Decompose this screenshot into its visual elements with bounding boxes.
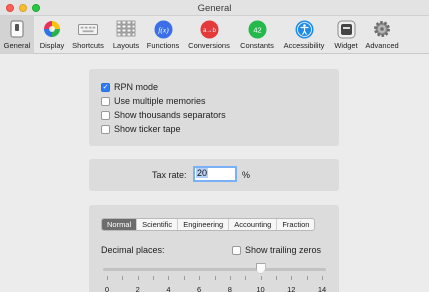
multiple-memories-label: Use multiple memories [114, 96, 206, 106]
slider-tick [275, 276, 277, 280]
multiple-memories-option[interactable]: Use multiple memories [101, 95, 206, 107]
accessibility-icon [294, 19, 314, 39]
trailing-zeros-checkbox[interactable] [232, 245, 241, 255]
ticker-tape-checkbox[interactable] [101, 124, 110, 134]
toolbar-tab-constants[interactable]: 42 Constants [236, 16, 278, 54]
function-icon: f(x) [153, 19, 173, 39]
slider-tick-label: 14 [317, 285, 327, 292]
toolbar-label: Constants [240, 41, 274, 50]
trailing-zeros-option[interactable]: Show trailing zeros [232, 245, 321, 255]
toolbar-tab-conversions[interactable]: a→b Conversions [184, 16, 234, 54]
slider-tick-label: 0 [104, 285, 110, 292]
toolbar-tab-accessibility[interactable]: Accessibility [279, 16, 329, 54]
toolbar-tab-shortcuts[interactable]: Shortcuts [68, 16, 108, 54]
slider-tick-label: 12 [287, 285, 296, 292]
toolbar-tab-functions[interactable]: f(x) Functions [144, 16, 182, 54]
color-wheel-icon [42, 19, 62, 39]
trailing-zeros-label: Show trailing zeros [245, 245, 322, 255]
toolbar-label: General [3, 41, 31, 50]
toolbar-tab-general[interactable]: General [0, 16, 34, 54]
thousands-separators-checkbox[interactable] [101, 110, 110, 120]
slider-tick [245, 276, 247, 280]
svg-text:a→b: a→b [203, 28, 216, 34]
constants-icon: 42 [247, 19, 267, 39]
toolbar-label: Layouts [112, 41, 140, 50]
toolbar-tab-layouts[interactable]: Layouts [109, 16, 143, 54]
toolbar-tab-advanced[interactable]: Advanced [362, 16, 402, 54]
preferences-toolbar: General Display Shortcuts Layouts f(x) F… [0, 16, 429, 54]
slider-tick [322, 276, 323, 280]
switch-icon [7, 19, 27, 39]
keyboard-icon [78, 19, 98, 39]
svg-text:f(x): f(x) [158, 25, 169, 34]
slider-tick-label: 6 [197, 285, 202, 292]
format-tab-scientific[interactable]: Scientific [137, 219, 179, 230]
tax-rate-label: Tax rate: [152, 170, 187, 180]
window-title: General [197, 3, 232, 14]
format-tab-fraction[interactable]: Fraction [277, 219, 314, 230]
toolbar-tab-display[interactable]: Display [36, 16, 68, 54]
format-tab-normal[interactable]: Normal [102, 219, 138, 230]
toolbar-label: Shortcuts [72, 41, 104, 50]
slider-tick [291, 276, 293, 280]
slider-tick [260, 276, 262, 280]
tax-unit-label: % [242, 170, 251, 180]
toolbar-label: Advanced [365, 41, 399, 50]
conversion-icon: a→b [199, 19, 219, 39]
toolbar-tab-widget[interactable]: Widget [330, 16, 362, 54]
slider-tick-label: 10 [256, 285, 265, 292]
rpn-mode-checkbox[interactable]: ✓ [101, 82, 110, 92]
thousands-separators-option[interactable]: Show thousands separators [101, 109, 226, 121]
toolbar-label: Conversions [188, 41, 230, 50]
toolbar-label: Functions [146, 41, 180, 50]
number-format-segmented-control: Normal Scientific Engineering Accounting… [101, 218, 316, 231]
slider-tick-label: 2 [135, 285, 140, 292]
ticker-tape-label: Show ticker tape [114, 124, 181, 134]
rpn-mode-label: RPN mode [114, 82, 159, 92]
slider-tick-label: 4 [166, 285, 171, 292]
slider-tick [214, 276, 216, 280]
tax-rate-value: 20 [196, 168, 209, 178]
title-bar: General [0, 0, 429, 16]
slider-tick [229, 276, 231, 280]
slider-tick [153, 276, 155, 280]
toolbar-label: Widget [334, 41, 358, 50]
format-tab-engineering[interactable]: Engineering [178, 219, 230, 230]
ticker-tape-option[interactable]: Show ticker tape [101, 123, 181, 135]
toolbar-label: Accessibility [283, 41, 325, 50]
multiple-memories-checkbox[interactable] [101, 96, 110, 106]
slider-tick [306, 276, 308, 280]
slider-tick-label: 8 [227, 285, 232, 292]
number-format-panel: Normal Scientific Engineering Accounting… [89, 205, 339, 292]
slider-tick [199, 276, 201, 280]
widget-icon [336, 19, 356, 39]
slider-tick [168, 276, 170, 280]
slider-tick [137, 276, 139, 280]
rpn-mode-option[interactable]: ✓ RPN mode [101, 81, 158, 93]
decimal-places-label: Decimal places: [101, 245, 165, 255]
thousands-separators-label: Show thousands separators [114, 110, 226, 120]
format-tab-accounting[interactable]: Accounting [229, 219, 278, 230]
decimal-places-slider-knob[interactable] [255, 263, 266, 274]
grid-icon [116, 19, 136, 39]
gear-icon [372, 19, 392, 39]
svg-text:42: 42 [253, 25, 261, 34]
tax-panel: Tax rate: 20 % [89, 159, 339, 191]
slider-tick [122, 276, 124, 280]
toolbar-label: Display [39, 41, 65, 50]
tax-rate-field[interactable]: 20 [193, 166, 237, 182]
slider-tick [107, 276, 108, 280]
slider-tick [183, 276, 185, 280]
decimal-places-slider[interactable] [103, 268, 326, 271]
options-panel: ✓ RPN mode Use multiple memories Show th… [89, 69, 339, 146]
